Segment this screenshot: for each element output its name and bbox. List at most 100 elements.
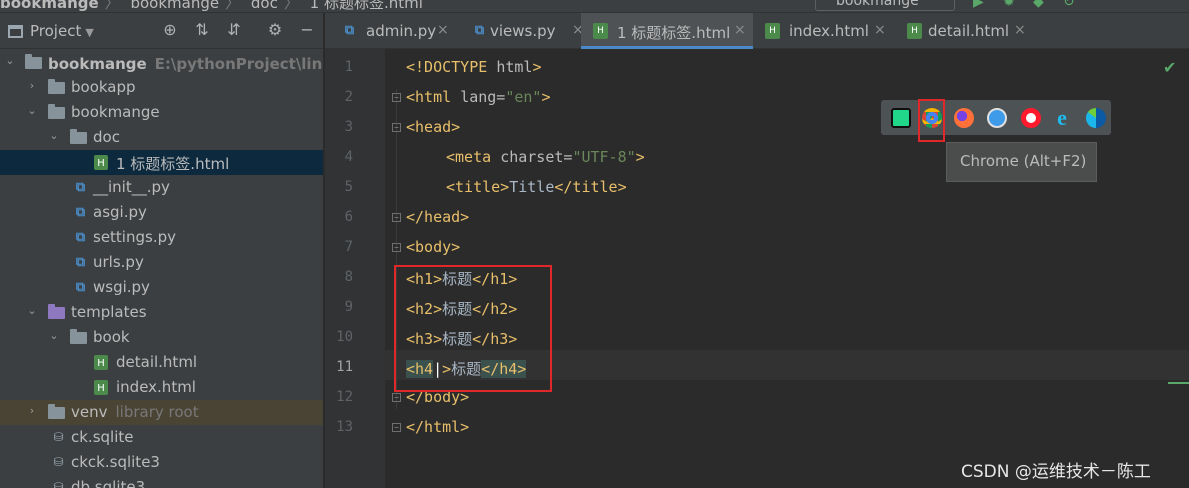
html-file-icon: H	[593, 23, 608, 39]
fold-icon[interactable]: −	[392, 93, 401, 102]
close-icon[interactable]: ×	[437, 22, 449, 38]
tree-item-bookmange[interactable]: ⌄ bookmange	[0, 100, 323, 125]
tree-item-label: urls.py	[93, 253, 144, 271]
safari-icon[interactable]	[987, 108, 1007, 128]
tab-views-py[interactable]: ⧉ views.py ×	[460, 13, 584, 49]
browser-tooltip: Chrome (Alt+F2)	[946, 142, 1097, 182]
line-number: 4	[344, 149, 353, 165]
chevron-down-icon[interactable]: ⌄	[48, 329, 60, 342]
tree-item-label: detail.html	[116, 353, 198, 371]
chevron-down-icon[interactable]: ⌄	[26, 104, 38, 117]
fold-icon[interactable]: −	[392, 393, 401, 402]
tree-item-venv[interactable]: › venv library root	[0, 400, 323, 425]
tree-item-urls-py[interactable]: ⧉ urls.py	[0, 250, 323, 275]
profile-icon[interactable]: ↻	[1063, 0, 1075, 10]
browser-launch-bar: e	[881, 100, 1111, 135]
tree-item-init-py[interactable]: ⧉ __init__.py	[0, 175, 323, 200]
chevron-right-icon[interactable]: ›	[26, 79, 38, 92]
database-file-icon: ⛁	[53, 430, 64, 444]
tree-item-db-sqlite3[interactable]: ⛁ db.sqlite3	[0, 475, 323, 488]
code-token: >	[541, 88, 551, 106]
run-icon[interactable]: ▶	[973, 0, 984, 10]
chevron-right-icon[interactable]: ›	[26, 404, 38, 417]
fold-icon[interactable]: −	[392, 243, 401, 252]
chevron-down-icon[interactable]: ⌄	[4, 54, 16, 67]
tree-item-bookapp[interactable]: › bookapp	[0, 75, 323, 100]
breadcrumb-item[interactable]: bookmange	[0, 0, 99, 12]
code-token: <body>	[406, 238, 461, 256]
code-line: <body>	[406, 238, 460, 256]
project-window-icon	[8, 25, 23, 38]
tab-html-active[interactable]: H 1 标题标签.html ×	[581, 13, 753, 49]
tab-label: index.html	[789, 22, 869, 40]
tree-item-label: bookmange	[71, 103, 160, 121]
breadcrumb-item[interactable]: doc	[251, 0, 278, 12]
tree-item-doc[interactable]: ⌄ doc	[0, 125, 323, 150]
code-token: <head>	[406, 118, 461, 136]
pycharm-icon[interactable]	[891, 108, 911, 128]
code-token: </head>	[406, 208, 470, 226]
tree-item-ck-sqlite[interactable]: ⛁ ck.sqlite	[0, 425, 323, 450]
hide-panel-icon[interactable]: −	[298, 21, 316, 39]
fold-icon[interactable]: −	[392, 423, 401, 432]
breadcrumb-item[interactable]: bookmange	[130, 0, 219, 12]
collapse-all-icon[interactable]: ⇵	[225, 21, 243, 39]
tree-item-detail-html[interactable]: H detail.html	[0, 350, 323, 375]
tree-item-book[interactable]: ⌄ book	[0, 325, 323, 350]
coverage-icon[interactable]: ◆	[1033, 0, 1044, 10]
close-icon[interactable]: ×	[734, 22, 746, 38]
code-token: lang=	[460, 88, 506, 106]
tree-item-bookmange-root[interactable]: ⌄ bookmange E:\pythonProject\linux学	[0, 50, 323, 75]
code-line: <!DOCTYPE html>	[406, 58, 541, 76]
chevron-down-icon[interactable]: ⌄	[48, 129, 60, 142]
code-token: html	[496, 58, 533, 76]
close-icon[interactable]: ×	[874, 22, 886, 38]
chevron-down-icon[interactable]: ⌄	[26, 304, 38, 317]
tab-admin-py[interactable]: ⧉ admin.py ×	[330, 13, 450, 49]
tree-item-settings-py[interactable]: ⧉ settings.py	[0, 225, 323, 250]
fold-icon[interactable]: −	[392, 123, 401, 132]
run-config-select[interactable]: bookmange	[815, 0, 955, 11]
expand-all-icon[interactable]: ⇅	[193, 21, 211, 39]
ie-icon[interactable]: e	[1052, 107, 1072, 129]
tree-item-hint: library root	[115, 403, 199, 421]
tab-index-html[interactable]: H index.html ×	[753, 13, 895, 49]
line-number: 3	[344, 119, 353, 135]
edge-icon[interactable]	[1086, 108, 1106, 128]
line-number: 1	[344, 59, 353, 75]
database-file-icon: ⛁	[53, 455, 64, 469]
tree-item-label: templates	[71, 303, 147, 321]
opera-icon[interactable]	[1021, 108, 1041, 128]
breadcrumb-bar: bookmange 〉 bookmange 〉 doc 〉 1 标题标签.html b…	[0, 0, 1189, 13]
code-token: <title>	[446, 178, 510, 196]
locate-target-icon[interactable]: ⊕	[161, 21, 179, 39]
inspection-ok-icon[interactable]: ✔	[1163, 58, 1176, 77]
tab-label: 1 标题标签.html	[617, 24, 731, 42]
tree-item-ckck-sqlite3[interactable]: ⛁ ckck.sqlite3	[0, 450, 323, 475]
tree-item-wsgi-py[interactable]: ⧉ wsgi.py	[0, 275, 323, 300]
tree-item-label: ck.sqlite	[71, 428, 134, 446]
close-icon[interactable]: ×	[1014, 22, 1026, 38]
database-file-icon: ⛁	[53, 480, 64, 488]
fold-icon[interactable]: −	[392, 213, 401, 222]
editor-tab-bar: ⧉ admin.py × ⧉ views.py × H 1 标题标签.html …	[325, 13, 1189, 49]
tree-item-label: wsgi.py	[93, 278, 150, 296]
tab-label: views.py	[490, 22, 556, 40]
gear-icon[interactable]: ⚙	[266, 21, 284, 39]
tab-detail-html[interactable]: H detail.html ×	[895, 13, 1035, 49]
project-view-selector[interactable]: Project ▼	[30, 22, 94, 40]
breadcrumb-item[interactable]: 1 标题标签.html	[310, 0, 423, 12]
code-token: >	[635, 148, 645, 166]
project-panel-header: Project ▼ ⊕ ⇅ ⇵ ⚙ −	[0, 13, 323, 49]
code-token: <meta	[446, 148, 501, 166]
tree-item-asgi-py[interactable]: ⧉ asgi.py	[0, 200, 323, 225]
debug-icon[interactable]: ✹	[1003, 0, 1015, 10]
templates-folder-icon	[48, 304, 65, 319]
tree-item-index-html[interactable]: H index.html	[0, 375, 323, 400]
firefox-icon[interactable]	[954, 108, 974, 128]
project-panel: Project ▼ ⊕ ⇅ ⇵ ⚙ − ⌄ bookmange E:\pythonP…	[0, 13, 324, 488]
tree-item-templates[interactable]: ⌄ templates	[0, 300, 323, 325]
tab-label: admin.py	[366, 22, 437, 40]
tree-item-html-file-selected[interactable]: H 1 标题标签.html	[0, 150, 323, 175]
html-file-icon: H	[94, 355, 108, 370]
